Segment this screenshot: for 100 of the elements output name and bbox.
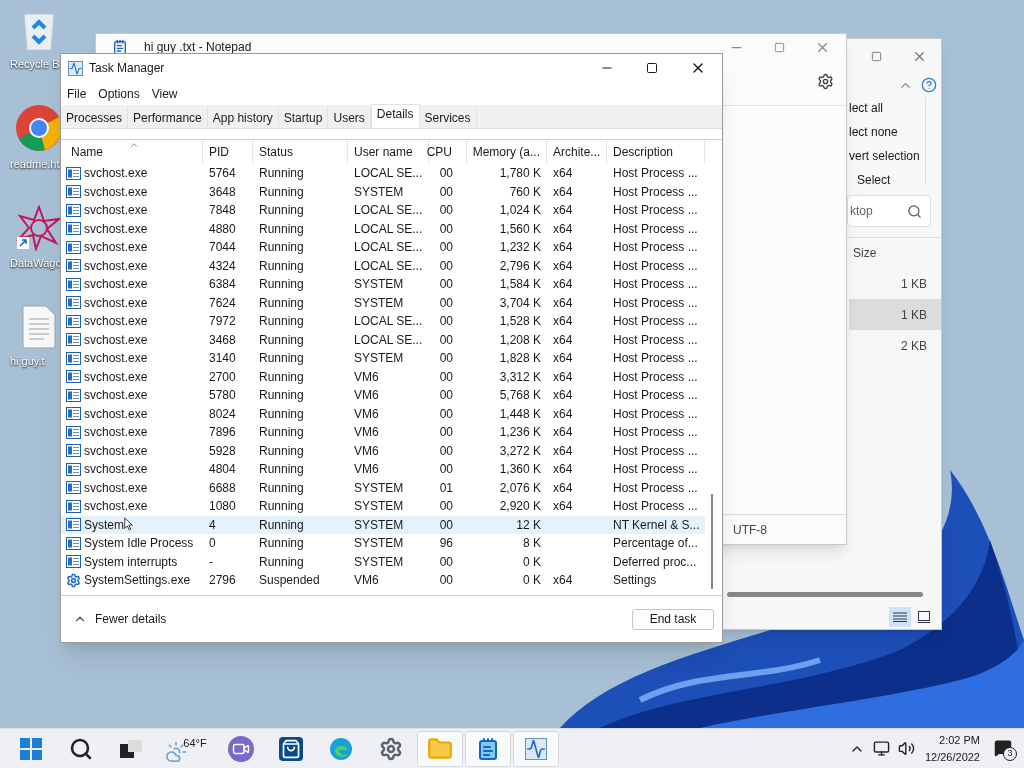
menu-item[interactable]: View — [151, 84, 178, 103]
store-bag-icon[interactable] — [279, 736, 303, 761]
process-row[interactable]: svchost.exe 6384 Running SYSTEM 00 1,584 K x64 Host Process ... — [61, 275, 705, 294]
details-view-button[interactable] — [889, 607, 911, 627]
table-cell-text: LOCAL SE... — [354, 165, 423, 183]
process-row[interactable]: svchost.exe 4804 Running VM6 00 1,360 K x64 Host Process ... — [61, 460, 705, 479]
network-icon[interactable] — [872, 740, 890, 757]
column-header[interactable]: Name — [61, 140, 203, 164]
process-row[interactable]: svchost.exe 3468 Running LOCAL SE... 00 1,208 K x64 Host Process ... — [61, 330, 705, 349]
table-cell-text: 1,236 K — [499, 424, 541, 442]
process-row[interactable]: svchost.exe 7044 Running LOCAL SE... 00 1,232 K x64 Host Process ... — [61, 238, 705, 257]
ribbon-command[interactable]: vert selection — [849, 147, 925, 165]
notepad-icon[interactable] — [476, 736, 500, 761]
column-header[interactable]: CPU — [429, 140, 467, 164]
table-cell-text: 0 K — [523, 572, 541, 590]
volume-icon[interactable] — [897, 740, 915, 757]
search-icon[interactable] — [69, 736, 93, 761]
process-row[interactable]: SystemSettings.exe 2796 Suspended VM6 00 0 K x64 Settings — [61, 571, 705, 590]
menu-item[interactable]: Options — [98, 84, 140, 103]
process-row[interactable]: System interrupts - Running SYSTEM 00 0 K Deferred proc... — [61, 552, 705, 571]
end-task-button[interactable]: End task — [632, 608, 714, 630]
table-cell-text: x64 — [553, 313, 573, 331]
browser-wave-icon[interactable] — [329, 736, 353, 761]
process-row[interactable]: svchost.exe 7896 Running VM6 00 1,236 K x64 Host Process ... — [61, 423, 705, 442]
ribbon-command[interactable]: lect all — [849, 99, 925, 117]
table-cell-text: SYSTEM — [354, 535, 404, 553]
column-header[interactable]: Size — [853, 244, 877, 262]
text-file-icon — [22, 305, 56, 349]
fewer-details-link[interactable]: Fewer details — [95, 610, 167, 628]
column-header[interactable]: PID — [203, 140, 253, 164]
table-cell-text: - — [209, 553, 213, 571]
table-cell-text: 1,232 K — [499, 239, 541, 257]
table-cell-text: 4804 — [209, 461, 236, 479]
window-icon — [66, 259, 81, 273]
process-row[interactable]: svchost.exe 7972 Running LOCAL SE... 00 1,528 K x64 Host Process ... — [61, 312, 705, 331]
process-row[interactable]: svchost.exe 3648 Running SYSTEM 00 760 K x64 Host Process ... — [61, 182, 705, 201]
table-cell-text: SYSTEM — [354, 479, 404, 497]
file-row[interactable]: 1 KB — [849, 268, 941, 299]
windows-start-icon[interactable] — [20, 737, 42, 760]
column-header[interactable]: Memory (a... — [467, 140, 547, 164]
file-row[interactable]: 1 KB — [849, 299, 941, 330]
help-icon[interactable] — [921, 77, 937, 93]
process-row[interactable]: svchost.exe 7624 Running SYSTEM 00 3,704 K x64 Host Process ... — [61, 293, 705, 312]
process-row[interactable]: System Idle Process 0 Running SYSTEM 96 8 K Percentage of... — [61, 534, 705, 553]
table-cell-text: Host Process ... — [613, 350, 698, 368]
process-row[interactable]: svchost.exe 5928 Running VM6 00 3,272 K x64 Host Process ... — [61, 441, 705, 460]
table-cell-text: VM6 — [354, 368, 379, 386]
table-cell-text: Host Process ... — [613, 239, 698, 257]
table-cell-text: Host Process ... — [613, 276, 698, 294]
table-cell-text: svchost.exe — [84, 368, 148, 386]
maximize-icon[interactable] — [646, 62, 658, 74]
table-cell-text: x64 — [553, 368, 573, 386]
table-cell-text: x64 — [553, 202, 573, 220]
table-cell-text: 2,796 K — [499, 257, 541, 275]
process-row[interactable]: svchost.exe 2700 Running VM6 00 3,312 K x64 Host Process ... — [61, 367, 705, 386]
table-cell-text: svchost.exe — [84, 387, 148, 405]
tab[interactable]: Details — [370, 104, 420, 128]
settings-icon[interactable] — [817, 73, 834, 90]
menu-item[interactable]: File — [67, 84, 87, 103]
table-cell-text: Running — [259, 553, 304, 571]
window-title: Task Manager — [89, 60, 165, 77]
table-cell-text: svchost.exe — [84, 331, 148, 349]
activity-chart-icon[interactable] — [525, 737, 547, 760]
table-cell-text: 1,208 K — [499, 331, 541, 349]
process-row[interactable]: svchost.exe 4324 Running LOCAL SE... 00 2,796 K x64 Host Process ... — [61, 256, 705, 275]
table-cell-text: x64 — [553, 276, 573, 294]
table-cell-text: 0 — [209, 535, 216, 553]
weather-widget[interactable]: 64°F — [158, 730, 214, 767]
clock-date[interactable]: 12/26/2022 — [924, 748, 980, 765]
process-row[interactable]: svchost.exe 6688 Running SYSTEM 01 2,076 K x64 Host Process ... — [61, 478, 705, 497]
process-row[interactable]: svchost.exe 1080 Running SYSTEM 00 2,920 K x64 Host Process ... — [61, 497, 705, 516]
process-row[interactable]: svchost.exe 5764 Running LOCAL SE... 00 1,780 K x64 Host Process ... — [61, 164, 705, 183]
process-row[interactable]: svchost.exe 8024 Running VM6 00 1,448 K x64 Host Process ... — [61, 404, 705, 423]
column-header[interactable]: Description — [607, 140, 705, 164]
search-icon[interactable] — [907, 203, 922, 219]
process-row[interactable]: svchost.exe 5780 Running VM6 00 5,768 K x64 Host Process ... — [61, 386, 705, 405]
window-icon — [66, 203, 81, 217]
video-chat-icon[interactable] — [228, 735, 254, 762]
table-cell-text: svchost.exe — [84, 405, 148, 423]
process-row[interactable]: System 4 Running SYSTEM 00 12 K NT Kernel & S... — [61, 515, 705, 534]
column-header[interactable]: Archite... — [547, 140, 607, 164]
window-icon — [66, 370, 81, 384]
process-row[interactable]: svchost.exe 3140 Running SYSTEM 00 1,828 K x64 Host Process ... — [61, 349, 705, 368]
table-cell-text: LOCAL SE... — [354, 202, 423, 220]
scrollbar-thumb[interactable] — [711, 494, 713, 589]
process-row[interactable]: svchost.exe 7848 Running LOCAL SE... 00 1,024 K x64 Host Process ... — [61, 201, 705, 220]
table-cell-text: System interrupts — [84, 553, 178, 571]
clock-time[interactable]: 2:02 PM — [939, 732, 980, 749]
table-cell-text: Host Process ... — [613, 461, 698, 479]
file-row[interactable]: 2 KB — [849, 330, 941, 361]
window-icon — [66, 555, 81, 569]
process-row[interactable]: svchost.exe 4880 Running LOCAL SE... 00 1,560 K x64 Host Process ... — [61, 219, 705, 238]
ribbon-command[interactable]: lect none — [849, 123, 925, 141]
search-field[interactable]: ktop — [850, 202, 873, 220]
table-cell-text: 7624 — [209, 294, 236, 312]
table-cell-text: NT Kernel & S... — [613, 516, 700, 534]
ribbon-command[interactable]: Select — [857, 171, 925, 189]
task-view-icon[interactable] — [120, 739, 142, 758]
settings-icon[interactable] — [379, 736, 403, 761]
column-header[interactable]: Status — [253, 140, 348, 164]
